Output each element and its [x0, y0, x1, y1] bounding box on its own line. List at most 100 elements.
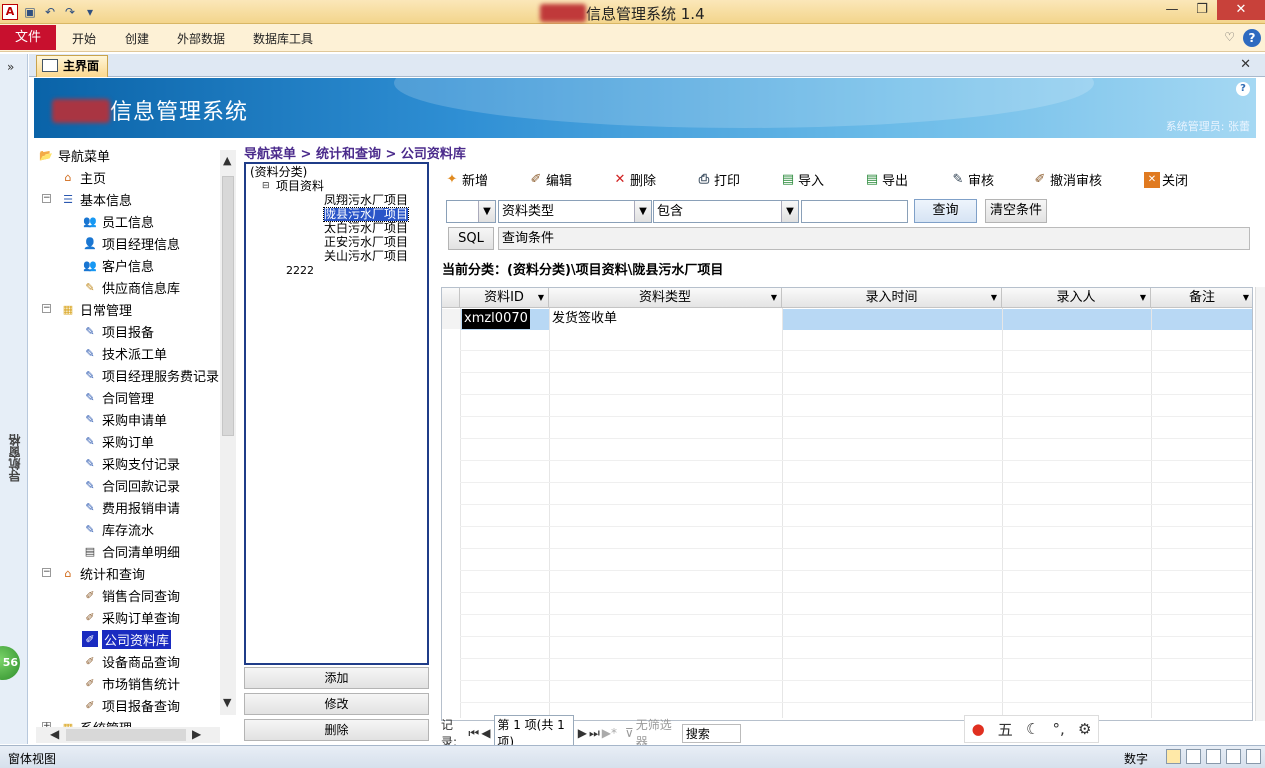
value-input[interactable]: [801, 200, 908, 223]
nav-item-customer[interactable]: 👥 客户信息: [82, 254, 154, 276]
logic-select[interactable]: ▼: [446, 200, 496, 223]
nav-item-sales-query[interactable]: ✐ 销售合同查询: [82, 584, 180, 606]
chevron-down-icon[interactable]: ▼: [781, 201, 798, 222]
column-header[interactable]: 资料类型 ▼: [549, 288, 782, 308]
category-group[interactable]: 项目资料: [276, 180, 324, 193]
moon-icon[interactable]: ☾: [1026, 720, 1039, 738]
nav-tree-hscrollbar[interactable]: ◀ ▶: [36, 727, 220, 743]
undo-icon[interactable]: ↶: [42, 4, 58, 20]
category-root[interactable]: (资料分类): [250, 166, 307, 179]
table-row[interactable]: xmzl0070 发货签收单: [460, 309, 1252, 330]
delete-category-button[interactable]: 删除: [244, 719, 429, 741]
close-window-icon[interactable]: ✕: [1217, 0, 1265, 20]
audit-button[interactable]: ✎ 审核: [950, 170, 994, 189]
column-header[interactable]: 备注 ▼: [1151, 288, 1252, 308]
ime-mode[interactable]: 五: [998, 719, 1013, 740]
nav-item-staff[interactable]: 👥 员工信息: [82, 210, 154, 232]
scroll-thumb[interactable]: [222, 176, 234, 436]
nav-item-purchase-order[interactable]: ✎ 采购订单: [82, 430, 154, 452]
help-icon[interactable]: ?: [1236, 82, 1250, 96]
prev-record-icon[interactable]: ◀: [481, 726, 490, 740]
nav-item-home[interactable]: ⌂ 主页: [60, 166, 107, 188]
chevron-down-icon[interactable]: ▼: [478, 201, 495, 222]
category-item[interactable]: 太白污水厂项目: [324, 222, 408, 235]
new-button[interactable]: ✦ 新增: [444, 170, 488, 189]
tab-external-data[interactable]: 外部数据: [177, 30, 225, 47]
nav-item-pm[interactable]: 👤 项目经理信息: [82, 232, 180, 254]
nav-item-supplier[interactable]: ✎ 供应商信息库: [82, 276, 180, 298]
chevron-down-icon[interactable]: ▼: [1243, 288, 1249, 307]
nav-item-market-stats[interactable]: ✐ 市场销售统计: [82, 672, 180, 694]
cell-type[interactable]: 发货签收单: [549, 309, 782, 330]
collapse-toggle[interactable]: ⊟: [262, 180, 270, 193]
category-item-selected[interactable]: 陇县污水厂项目: [322, 207, 410, 222]
close-document-icon[interactable]: ✕: [1240, 57, 1251, 72]
clear-filter-button[interactable]: 清空条件: [985, 199, 1047, 223]
nav-item-purchase-request[interactable]: ✎ 采购申请单: [82, 408, 167, 430]
chevron-down-icon[interactable]: ▼: [634, 201, 651, 222]
nav-item-dispatch[interactable]: ✎ 技术派工单: [82, 342, 167, 364]
nav-item-expense[interactable]: ✎ 费用报销申请: [82, 496, 180, 518]
category-item[interactable]: 正安污水厂项目: [324, 236, 408, 249]
collapse-toggle[interactable]: −: [42, 194, 51, 203]
filter-icon[interactable]: ⊽: [625, 726, 634, 740]
collapse-toggle[interactable]: −: [42, 568, 51, 577]
nav-item-equipment-query[interactable]: ✐ 设备商品查询: [82, 650, 180, 672]
tab-database-tools[interactable]: 数据库工具: [253, 30, 313, 47]
chevron-down-icon[interactable]: ▼: [991, 288, 997, 307]
settings-icon[interactable]: ⚙: [1078, 720, 1091, 738]
search-input[interactable]: 搜索: [681, 723, 741, 743]
nav-item-inventory[interactable]: ✎ 库存流水: [82, 518, 154, 540]
customize-qat-icon[interactable]: ▾: [82, 4, 98, 20]
minimize-icon[interactable]: —: [1157, 0, 1187, 20]
scroll-up-icon[interactable]: ▲: [223, 154, 231, 167]
sql-button[interactable]: SQL: [448, 227, 494, 250]
first-record-icon[interactable]: ⏮: [468, 726, 479, 741]
column-header[interactable]: 录入时间 ▼: [782, 288, 1002, 308]
tab-main-form[interactable]: 主界面: [36, 55, 108, 77]
design-view-icon[interactable]: [1226, 749, 1241, 764]
tree-root[interactable]: 📂 导航菜单: [38, 144, 110, 166]
column-header[interactable]: 资料ID ▼: [460, 288, 549, 308]
nav-item-purchase-payment[interactable]: ✎ 采购支付记录: [82, 452, 180, 474]
category-item[interactable]: 2222: [286, 264, 314, 277]
nav-tree-vscrollbar[interactable]: ▲ ▼: [220, 150, 236, 715]
category-item[interactable]: 凤翔污水厂项目: [324, 194, 408, 207]
scroll-thumb[interactable]: [66, 729, 186, 741]
row-selector-header[interactable]: [442, 288, 460, 308]
add-category-button[interactable]: 添加: [244, 667, 429, 689]
tab-create[interactable]: 创建: [125, 30, 149, 47]
nav-group-stats[interactable]: ⌂ 统计和查询: [60, 562, 146, 584]
import-button[interactable]: ▤ 导入: [780, 170, 824, 189]
new-record-icon[interactable]: ▶*: [602, 726, 617, 740]
delete-button[interactable]: ✕ 删除: [612, 170, 656, 189]
right-scrollbar[interactable]: [1255, 287, 1265, 721]
edit-button[interactable]: ✐ 编辑: [528, 170, 572, 189]
nav-item-po-query[interactable]: ✐ 采购订单查询: [82, 606, 180, 628]
redo-icon[interactable]: ↷: [62, 4, 78, 20]
nav-item-pm-fee[interactable]: ✎ 项目经理服务费记录: [82, 364, 219, 386]
navigation-pane[interactable]: » 导航窗格: [0, 54, 28, 744]
collapse-toggle[interactable]: −: [42, 304, 51, 313]
category-item[interactable]: 关山污水厂项目: [324, 250, 408, 263]
paw-icon[interactable]: ●: [972, 720, 985, 738]
nav-group-daily[interactable]: ▦ 日常管理: [60, 298, 132, 320]
other-view-icon[interactable]: [1246, 749, 1261, 764]
edit-category-button[interactable]: 修改: [244, 693, 429, 715]
nav-item-report-query[interactable]: ✐ 项目报备查询: [82, 694, 180, 716]
unaudit-button[interactable]: ✐ 撤消审核: [1032, 170, 1102, 189]
restore-icon[interactable]: ❐: [1187, 0, 1217, 20]
nav-item-project-report[interactable]: ✎ 项目报备: [82, 320, 154, 342]
chevron-down-icon[interactable]: ▼: [1140, 288, 1146, 307]
nav-item-contract-payment[interactable]: ✎ 合同回款记录: [82, 474, 180, 496]
export-button[interactable]: ▤ 导出: [864, 170, 908, 189]
query-button[interactable]: 查询: [914, 199, 977, 223]
nav-group-system[interactable]: ▦系统管理: [60, 716, 132, 728]
nav-group-basic[interactable]: ☰ 基本信息: [60, 188, 132, 210]
nav-item-contract-detail[interactable]: ▤ 合同清单明细: [82, 540, 180, 562]
minimize-ribbon-icon[interactable]: ♡: [1224, 30, 1235, 44]
sql-condition-field[interactable]: 查询条件: [498, 227, 1250, 250]
form-view-icon[interactable]: [1166, 749, 1181, 764]
next-record-icon[interactable]: ▶: [578, 726, 587, 740]
scroll-right-icon[interactable]: ▶: [192, 727, 201, 741]
